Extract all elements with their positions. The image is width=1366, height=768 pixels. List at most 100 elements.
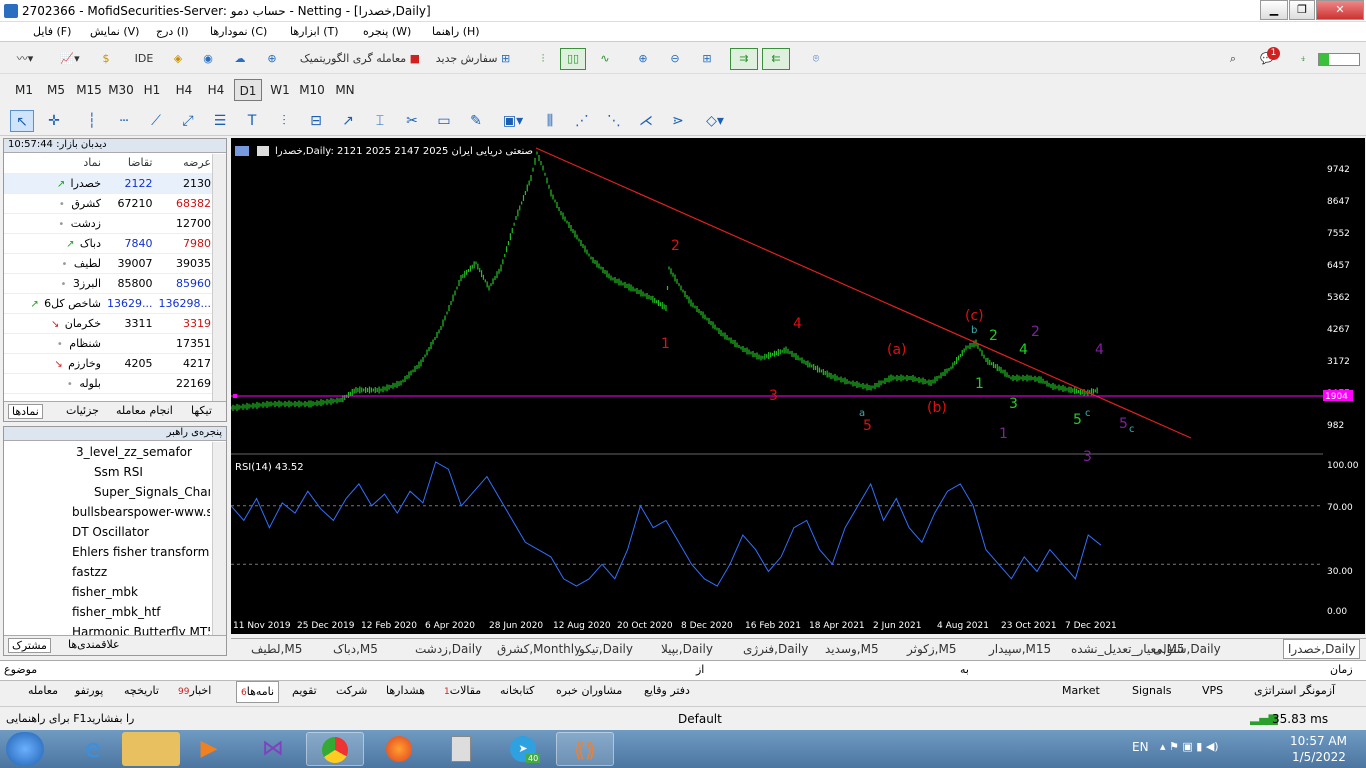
signal-icon[interactable]: ◉ [198,48,218,70]
market-watch-row[interactable]: شنظام • 17351 [4,333,214,354]
row-symbol[interactable]: دباک ↗ [4,233,104,254]
clock-time[interactable]: 10:57 AM [1290,734,1347,748]
candlestick-icon[interactable]: ▯▯ [560,48,586,70]
cloud-icon[interactable]: ☁ [230,48,250,70]
scissors-icon[interactable]: ✂ [400,110,424,132]
tf-m10[interactable]: M10 [296,79,328,101]
chart-tab[interactable]: سپیدار,M15 [989,642,1051,656]
indicators-icon[interactable]: 📈▾ [50,48,90,70]
price-chart[interactable]: خصدرا,Daily: 2121 2025 2147 2025 صنعتی د… [230,138,1323,634]
label-tool-icon[interactable]: ⌶ [368,110,392,132]
arrow-tool-icon[interactable]: ↗ [336,110,360,132]
col-ask[interactable]: عرضه [155,153,214,174]
zoom-out-icon[interactable]: ⊖ [664,48,686,70]
wave-label[interactable]: 5 [1073,412,1082,428]
col-symbol[interactable]: نماد [4,153,104,174]
menu-window[interactable]: پنجره (W) [363,25,411,38]
toolbox-tester-button[interactable]: آزمونگر استراتژی [1254,684,1335,697]
start-icon[interactable] [6,732,44,766]
algo-trading-button[interactable]: ■ معامله گری الگوریتمیک [295,48,425,70]
wave-label[interactable]: 4 [1019,342,1028,358]
visual-studio-icon[interactable]: ⋈ [244,732,302,766]
elliott-abc-icon[interactable]: ⋱ [602,110,626,132]
cursor-icon[interactable]: ↖ [10,110,34,132]
market-watch-row[interactable]: البرز3 • 85800 85960 [4,273,214,294]
rectangle-icon[interactable]: ▭ [432,110,456,132]
fan-icon[interactable]: ⋗ [666,110,690,132]
image-icon[interactable]: ▣▾ [496,110,530,132]
toolbox-tab[interactable]: پورتفو [75,684,103,697]
ray-icon[interactable]: ⤢ [176,110,200,132]
firefox-icon[interactable] [370,732,428,766]
wave-label[interactable]: 1 [975,376,984,392]
nav-item[interactable]: fisher_mbk [52,585,210,599]
toolbox-tab[interactable]: هشدارها [386,684,425,697]
toolbox-signals-button[interactable]: Signals [1132,684,1172,697]
zoom-in-icon[interactable]: ⊕ [632,48,654,70]
chart-tab[interactable]: خصدرا,Daily [1283,639,1361,659]
regression-icon[interactable]: ⊟ [304,110,328,132]
chart-tab[interactable]: بپیلا,Daily [661,642,713,656]
chart-menu-icon[interactable] [235,146,249,156]
close-button[interactable]: ✕ [1316,0,1364,20]
tf-mn[interactable]: MN [330,79,360,101]
elliott-icon[interactable]: ⋰ [570,110,594,132]
nav-item[interactable]: fastzz [52,565,210,579]
nav-item[interactable]: DT Oscillator [52,525,210,539]
mt5-icon[interactable]: ⟪⟫ [556,732,614,766]
price-scale[interactable]: 9742864775526457536242673172207798219041… [1323,138,1365,634]
maximize-button[interactable]: ❐ [1289,0,1315,20]
row-symbol[interactable]: لطیف • [4,253,104,274]
wave-label[interactable]: (a) [887,342,907,358]
language-indicator[interactable]: EN [1132,740,1149,754]
market-watch-scrollbar[interactable] [212,154,226,404]
chart-tab[interactable]: کشرق,Monthly [497,642,581,656]
nav-item[interactable]: Super_Signals_Channel [76,485,210,499]
menu-help[interactable]: راهنما (H) [432,25,480,38]
tf-h4b[interactable]: H4 [202,79,230,101]
toolbox-tab[interactable]: مقالات1 [444,684,481,697]
wave-label[interactable]: b [971,325,977,336]
nav-item[interactable]: Harmonic Butterfly MT5 [52,625,210,635]
tf-m1[interactable]: M1 [10,79,38,101]
nav-item[interactable]: bullsbearspower-www.sab [52,505,210,519]
trendline-icon[interactable]: ⟋ [144,110,168,132]
gann-icon[interactable]: ⫼ [538,110,562,132]
toolbox-tab[interactable]: معامله [28,684,58,697]
market-watch-row[interactable]: وخارزم ↘ 4205 4217 [4,353,214,374]
tile-windows-icon[interactable]: ⊞ [696,48,718,70]
toolbox-vps-button[interactable]: VPS [1202,684,1223,697]
tab-symbols[interactable]: نمادها [8,404,43,419]
horizontal-line-icon[interactable]: ┄ [112,110,136,132]
row-symbol[interactable]: شاخص کل6 ↗ [4,293,104,314]
clock-date[interactable]: 1/5/2022 [1292,750,1346,764]
menu-tools[interactable]: ابزارها (T) [290,25,339,38]
toolbox-tab[interactable]: کتابخانه [500,684,534,697]
row-symbol[interactable]: البرز3 • [4,273,104,294]
row-symbol[interactable]: وخارزم ↘ [4,353,104,374]
chart-tab[interactable]: دباک,M5 [333,642,378,656]
ide-button[interactable]: IDE [130,48,158,70]
tab-ticks[interactable]: تیکها [191,404,212,417]
wave-label[interactable]: (b) [927,400,947,416]
menu-insert[interactable]: درج (I) [156,25,189,38]
chart-area[interactable]: خصدرا,Daily: 2121 2025 2147 2025 صنعتی د… [230,138,1323,634]
wave-label[interactable]: 2 [1031,324,1040,340]
hline-handle[interactable] [233,394,237,398]
toolbox-tab[interactable]: تاریخچه [124,684,159,697]
shapes-icon[interactable]: ◇▾ [698,110,732,132]
row-symbol[interactable]: خکرمان ↘ [4,313,104,334]
tf-w1[interactable]: W1 [266,79,294,101]
chart-type-icon[interactable]: 〰▾ [10,48,40,70]
media-icon[interactable]: ▶ [180,732,238,766]
col-bid[interactable]: تقاضا [104,153,156,174]
trendline[interactable] [535,147,1192,439]
chart-tab[interactable]: تیکو,Daily [579,642,633,656]
chart-tab[interactable]: زکوثر,M5 [907,642,956,656]
toolbox-tab[interactable]: مشاوران خبره [556,684,622,697]
new-order-button[interactable]: ⊞ سفارش جدید [432,48,514,70]
tf-d1[interactable]: D1 [234,79,262,101]
tab-trading[interactable]: انجام معامله [116,404,173,417]
tray-icons[interactable]: ▴ ⚑ ▣ ▮ ◀) [1160,740,1219,753]
toolbox-tab[interactable]: شرکت [336,684,367,697]
